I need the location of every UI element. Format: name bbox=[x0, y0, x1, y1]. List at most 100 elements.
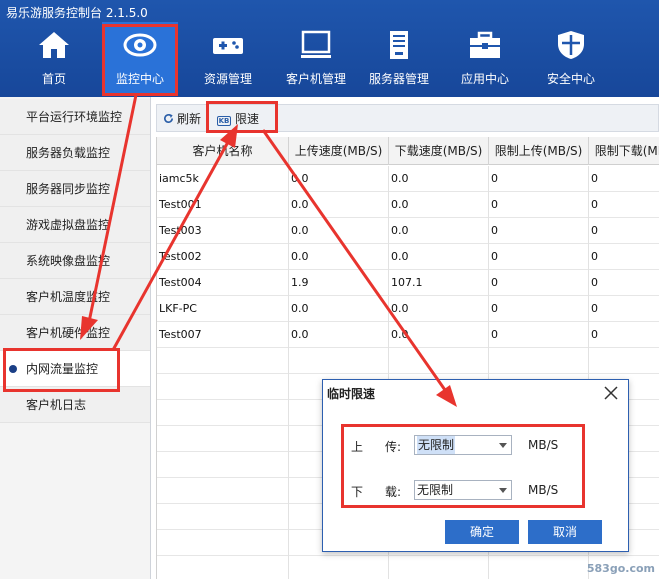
sidebar-item-client-hardware[interactable]: 客户机硬件监控 bbox=[0, 315, 150, 351]
nav-home-label: 首页 bbox=[41, 72, 66, 86]
close-icon[interactable] bbox=[602, 384, 620, 402]
table-cell: 0.0 bbox=[289, 218, 389, 244]
table-cell bbox=[157, 556, 289, 579]
nav-resources[interactable]: 资源管理 bbox=[188, 22, 268, 94]
chevron-down-icon bbox=[499, 488, 507, 493]
nav-security-label: 安全中心 bbox=[546, 72, 595, 86]
table-cell: 0 bbox=[589, 270, 659, 296]
table-cell: 0.0 bbox=[289, 192, 389, 218]
nav-apps[interactable]: 应用中心 bbox=[448, 22, 522, 94]
table-cell: 0.0 bbox=[389, 296, 489, 322]
toolbox-icon bbox=[470, 31, 500, 58]
cancel-button[interactable]: 取消 bbox=[528, 520, 602, 544]
table-cell bbox=[157, 504, 289, 530]
sidebar-item-label: 平台运行环境监控 bbox=[26, 110, 123, 124]
watermark: 583go.com bbox=[586, 562, 655, 575]
sidebar-item-server-sync[interactable]: 服务器同步监控 bbox=[0, 171, 150, 207]
download-label-2: 载: bbox=[385, 485, 402, 499]
table-header: 客户机名称 上传速度(MB/S) 下载速度(MB/S) 限制上传(MB/S) 限… bbox=[157, 137, 659, 165]
table-cell bbox=[389, 556, 489, 579]
nav-resources-label: 资源管理 bbox=[203, 72, 252, 86]
col-limit-download[interactable]: 限制下载(MB/S) bbox=[589, 137, 659, 165]
col-upload-speed[interactable]: 上传速度(MB/S) bbox=[289, 137, 389, 165]
sidebar-item-label: 客户机温度监控 bbox=[26, 290, 111, 304]
table-cell bbox=[489, 556, 589, 579]
nav-security[interactable]: 安全中心 bbox=[534, 22, 608, 94]
sidebar-item-client-log[interactable]: 客户机日志 bbox=[0, 387, 150, 423]
sidebar-item-label: 客户机日志 bbox=[26, 398, 87, 412]
table-row[interactable]: Test004 1.9 107.1 0 0 bbox=[157, 270, 659, 296]
app-window: 易乐游服务控制台 2.1.5.0 首页 监控中心 资源管理 客户机管理 服务器管… bbox=[0, 0, 659, 579]
nav-servers[interactable]: 服务器管理 bbox=[362, 22, 436, 94]
gamepad-icon bbox=[213, 38, 243, 54]
table-cell: 0.0 bbox=[289, 322, 389, 348]
highlight-lan-traffic bbox=[3, 348, 120, 392]
table-cell bbox=[289, 556, 389, 579]
table-cell: 0 bbox=[589, 322, 659, 348]
refresh-icon bbox=[164, 113, 173, 123]
table-row[interactable]: LKF-PC 0.0 0.0 0 0 bbox=[157, 296, 659, 322]
table-cell: 0.0 bbox=[389, 322, 489, 348]
nav-apps-label: 应用中心 bbox=[460, 72, 509, 86]
sidebar-item-client-temp[interactable]: 客户机温度监控 bbox=[0, 279, 150, 315]
col-download-speed[interactable]: 下载速度(MB/S) bbox=[389, 137, 489, 165]
table-cell: 0.0 bbox=[389, 218, 489, 244]
sidebar-item-label: 服务器同步监控 bbox=[26, 182, 111, 196]
monitor-icon bbox=[301, 30, 331, 58]
server-icon bbox=[390, 31, 408, 59]
table-cell: Test003 bbox=[157, 218, 289, 244]
table-cell: 0 bbox=[489, 192, 589, 218]
table-row[interactable]: Test002 0.0 0.0 0 0 bbox=[157, 244, 659, 270]
table-row[interactable]: iamc5k 0.0 0.0 0 0 bbox=[157, 166, 659, 192]
table-cell: Test001 bbox=[157, 192, 289, 218]
refresh-label: 刷新 bbox=[177, 112, 202, 126]
sidebar-item-game-vdisk[interactable]: 游戏虚拟盘监控 bbox=[0, 207, 150, 243]
temp-limit-dialog: 临时限速 上 传: 无限制 MB/S 下 载: 无限制 MB/S 确定 取消 bbox=[322, 379, 629, 552]
col-limit-upload[interactable]: 限制上传(MB/S) bbox=[489, 137, 589, 165]
table-cell bbox=[157, 530, 289, 556]
table-cell: 0.0 bbox=[289, 244, 389, 270]
table-cell: 0.0 bbox=[289, 166, 389, 192]
app-title: 易乐游服务控制台 2.1.5.0 bbox=[6, 6, 148, 20]
table-cell: 0 bbox=[489, 270, 589, 296]
upload-unit: MB/S bbox=[528, 438, 559, 452]
nav-home[interactable]: 首页 bbox=[14, 22, 94, 94]
nav-servers-label: 服务器管理 bbox=[368, 72, 429, 86]
chevron-down-icon bbox=[499, 443, 507, 448]
table-cell bbox=[589, 348, 659, 374]
confirm-button[interactable]: 确定 bbox=[445, 520, 519, 544]
sidebar-item-server-load[interactable]: 服务器负载监控 bbox=[0, 135, 150, 171]
home-icon bbox=[39, 32, 69, 58]
sidebar-item-system-image[interactable]: 系统映像盘监控 bbox=[0, 243, 150, 279]
highlight-monitor-tab bbox=[102, 24, 178, 96]
download-limit-value: 无限制 bbox=[417, 483, 454, 497]
nav-clients[interactable]: 客户机管理 bbox=[276, 22, 356, 94]
table-row[interactable]: Test003 0.0 0.0 0 0 bbox=[157, 218, 659, 244]
table-cell bbox=[157, 374, 289, 400]
header-bar: 易乐游服务控制台 2.1.5.0 首页 监控中心 资源管理 客户机管理 服务器管… bbox=[0, 0, 659, 97]
table-cell: 107.1 bbox=[389, 270, 489, 296]
table-row[interactable]: Test007 0.0 0.0 0 0 bbox=[157, 322, 659, 348]
sidebar: 平台运行环境监控 服务器负载监控 服务器同步监控 游戏虚拟盘监控 系统映像盘监控… bbox=[0, 97, 151, 579]
table-cell: 0 bbox=[589, 218, 659, 244]
table-cell bbox=[157, 426, 289, 452]
table-cell bbox=[157, 452, 289, 478]
col-client-name[interactable]: 客户机名称 bbox=[157, 137, 289, 165]
table-row bbox=[157, 556, 659, 579]
upload-limit-select[interactable]: 无限制 bbox=[414, 435, 512, 455]
table-cell: 0 bbox=[489, 296, 589, 322]
upload-label-1: 上 bbox=[351, 440, 364, 454]
download-limit-select[interactable]: 无限制 bbox=[414, 480, 512, 500]
table-cell: Test007 bbox=[157, 322, 289, 348]
table-row[interactable]: Test001 0.0 0.0 0 0 bbox=[157, 192, 659, 218]
sidebar-item-label: 客户机硬件监控 bbox=[26, 326, 111, 340]
sidebar-item-platform-env[interactable]: 平台运行环境监控 bbox=[0, 99, 150, 135]
table-cell: 0 bbox=[589, 192, 659, 218]
refresh-button[interactable]: 刷新 bbox=[163, 109, 201, 129]
download-label-1: 下 bbox=[351, 485, 364, 499]
table-cell: 0 bbox=[489, 322, 589, 348]
table-cell bbox=[489, 348, 589, 374]
table-cell: 0.0 bbox=[389, 244, 489, 270]
table-cell: Test004 bbox=[157, 270, 289, 296]
main-nav: 首页 监控中心 资源管理 客户机管理 服务器管理 应用中心 安全中心 bbox=[0, 22, 659, 97]
